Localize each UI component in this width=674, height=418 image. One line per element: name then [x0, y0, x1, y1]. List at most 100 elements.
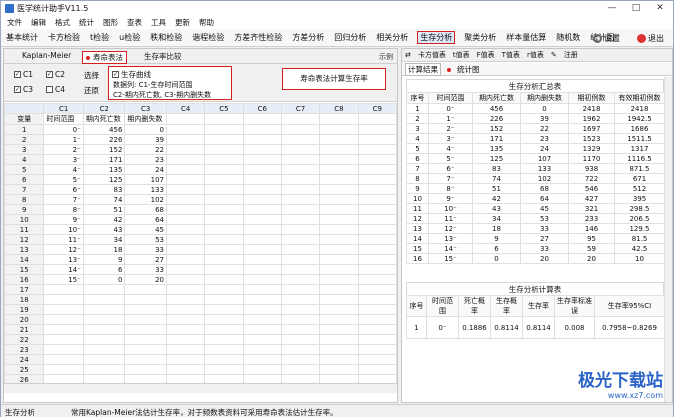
tab-kaplan-meier[interactable]: Kaplan-Meier	[22, 51, 71, 60]
sheet-cell[interactable]	[319, 134, 359, 145]
minimize-button[interactable]: —	[601, 1, 623, 16]
sheet-cell[interactable]	[319, 304, 359, 315]
sheet-cell[interactable]	[165, 304, 206, 315]
sheet-cell[interactable]	[319, 174, 359, 185]
sheet-cell[interactable]	[242, 194, 282, 205]
sheet-cell[interactable]	[357, 174, 397, 185]
sheet-cell[interactable]	[242, 344, 282, 355]
row-number[interactable]: 6	[4, 174, 45, 185]
row-number[interactable]: 7	[4, 184, 45, 195]
sheet-cell[interactable]: 10⁻	[43, 224, 84, 235]
checkbox-survival-curve[interactable]: ✓ 生存曲线	[112, 69, 151, 80]
sheet-cell[interactable]: 6⁻	[43, 184, 84, 195]
sheet-cell[interactable]: 8⁻	[43, 204, 84, 215]
sheet-cell[interactable]	[319, 324, 359, 335]
sheet-cell[interactable]: 34	[82, 234, 126, 245]
sheet-cell[interactable]	[165, 174, 206, 185]
sheet-cell[interactable]	[280, 214, 321, 225]
sheet-cell[interactable]: 42	[82, 214, 126, 225]
toolbar-u-test[interactable]: u检验	[118, 31, 141, 44]
sheet-cell[interactable]: 0⁻	[43, 124, 84, 135]
tab-f-table[interactable]: F值表	[477, 50, 495, 60]
sheet-cell[interactable]	[280, 294, 321, 305]
menu-file[interactable]: 文件	[7, 17, 22, 28]
column-header[interactable]: C5	[204, 103, 244, 114]
sheet-cell[interactable]	[43, 324, 84, 335]
row-number[interactable]: 2	[4, 134, 45, 145]
sheet-cell[interactable]: 456	[82, 124, 126, 135]
row-number[interactable]: 4	[4, 154, 45, 165]
sheet-cell[interactable]	[204, 204, 244, 215]
sheet-cell[interactable]	[165, 354, 206, 365]
row-number[interactable]: 20	[4, 314, 45, 325]
toolbar-random-number[interactable]: 随机数	[555, 31, 581, 44]
sheet-cell[interactable]: 20	[124, 274, 167, 285]
sheet-cell[interactable]	[204, 344, 244, 355]
sheet-cell[interactable]: 74	[82, 194, 126, 205]
sheet-cell[interactable]	[280, 324, 321, 335]
sheet-cell[interactable]	[280, 364, 321, 375]
sheet-cell[interactable]	[204, 164, 244, 175]
select-button[interactable]: 选择	[84, 70, 99, 81]
sheet-cell[interactable]	[357, 194, 397, 205]
toolbar-variance-homogeneity[interactable]: 方差齐性检验	[233, 31, 283, 44]
sheet-cell[interactable]	[165, 324, 206, 335]
sheet-cell[interactable]	[280, 314, 321, 325]
menu-lookup[interactable]: 查表	[127, 17, 142, 28]
column-header[interactable]: C2	[82, 103, 126, 114]
sheet-cell[interactable]: 64	[124, 214, 167, 225]
sheet-cell[interactable]	[242, 354, 282, 365]
sheet-cell[interactable]: 152	[82, 144, 126, 155]
sheet-cell[interactable]: 33	[124, 244, 167, 255]
sheet-cell[interactable]	[165, 124, 206, 135]
column-header[interactable]: C4	[165, 103, 206, 114]
sheet-cell[interactable]	[165, 364, 206, 375]
sheet-cell[interactable]	[357, 113, 397, 125]
sheet-cell[interactable]	[280, 113, 321, 125]
sheet-cell[interactable]: 6	[82, 264, 126, 275]
sheet-cell[interactable]	[204, 224, 244, 235]
sheet-cell[interactable]	[357, 224, 397, 235]
sheet-cell[interactable]	[242, 254, 282, 265]
toolbar-sample-size[interactable]: 样本量估算	[505, 31, 547, 44]
sheet-cell[interactable]	[165, 314, 206, 325]
row-number[interactable]: 19	[4, 304, 45, 315]
sheet-cell[interactable]	[124, 344, 167, 355]
sheet-cell[interactable]	[357, 284, 397, 295]
sheet-cell[interactable]	[242, 264, 282, 275]
sheet-cell[interactable]: 2⁻	[43, 144, 84, 155]
sheet-cell[interactable]	[165, 134, 206, 145]
sheet-cell[interactable]: 51	[82, 204, 126, 215]
sheet-cell[interactable]: 12⁻	[43, 244, 84, 255]
horizontal-scrollbar[interactable]	[4, 383, 397, 393]
sheet-cell[interactable]	[280, 204, 321, 215]
sheet-cell[interactable]	[357, 274, 397, 285]
sheet-cell[interactable]: 45	[124, 224, 167, 235]
sheet-cell[interactable]	[165, 214, 206, 225]
sheet-cell[interactable]	[319, 154, 359, 165]
close-button[interactable]: ✕	[649, 1, 671, 16]
sheet-cell[interactable]	[357, 144, 397, 155]
sheet-cell[interactable]	[43, 284, 84, 295]
sheet-cell[interactable]	[165, 234, 206, 245]
sheet-cell[interactable]	[204, 274, 244, 285]
sheet-cell[interactable]	[319, 124, 359, 135]
sheet-cell[interactable]	[242, 154, 282, 165]
sheet-cell[interactable]	[242, 364, 282, 375]
sheet-cell[interactable]	[242, 184, 282, 195]
sheet-cell[interactable]	[280, 264, 321, 275]
sheet-cell[interactable]	[280, 344, 321, 355]
sheet-cell[interactable]	[165, 184, 206, 195]
sheet-cell[interactable]	[242, 134, 282, 145]
sheet-cell[interactable]	[43, 364, 84, 375]
sheet-cell[interactable]	[165, 344, 206, 355]
sheet-cell[interactable]	[242, 234, 282, 245]
sheet-cell[interactable]	[204, 364, 244, 375]
sheet-cell[interactable]	[204, 144, 244, 155]
sheet-cell[interactable]	[204, 124, 244, 135]
sheet-cell[interactable]	[242, 214, 282, 225]
sheet-cell[interactable]	[165, 204, 206, 215]
toolbar-regression[interactable]: 回归分析	[333, 31, 367, 44]
sheet-cell[interactable]	[357, 124, 397, 135]
row-number[interactable]: 1	[4, 124, 45, 135]
